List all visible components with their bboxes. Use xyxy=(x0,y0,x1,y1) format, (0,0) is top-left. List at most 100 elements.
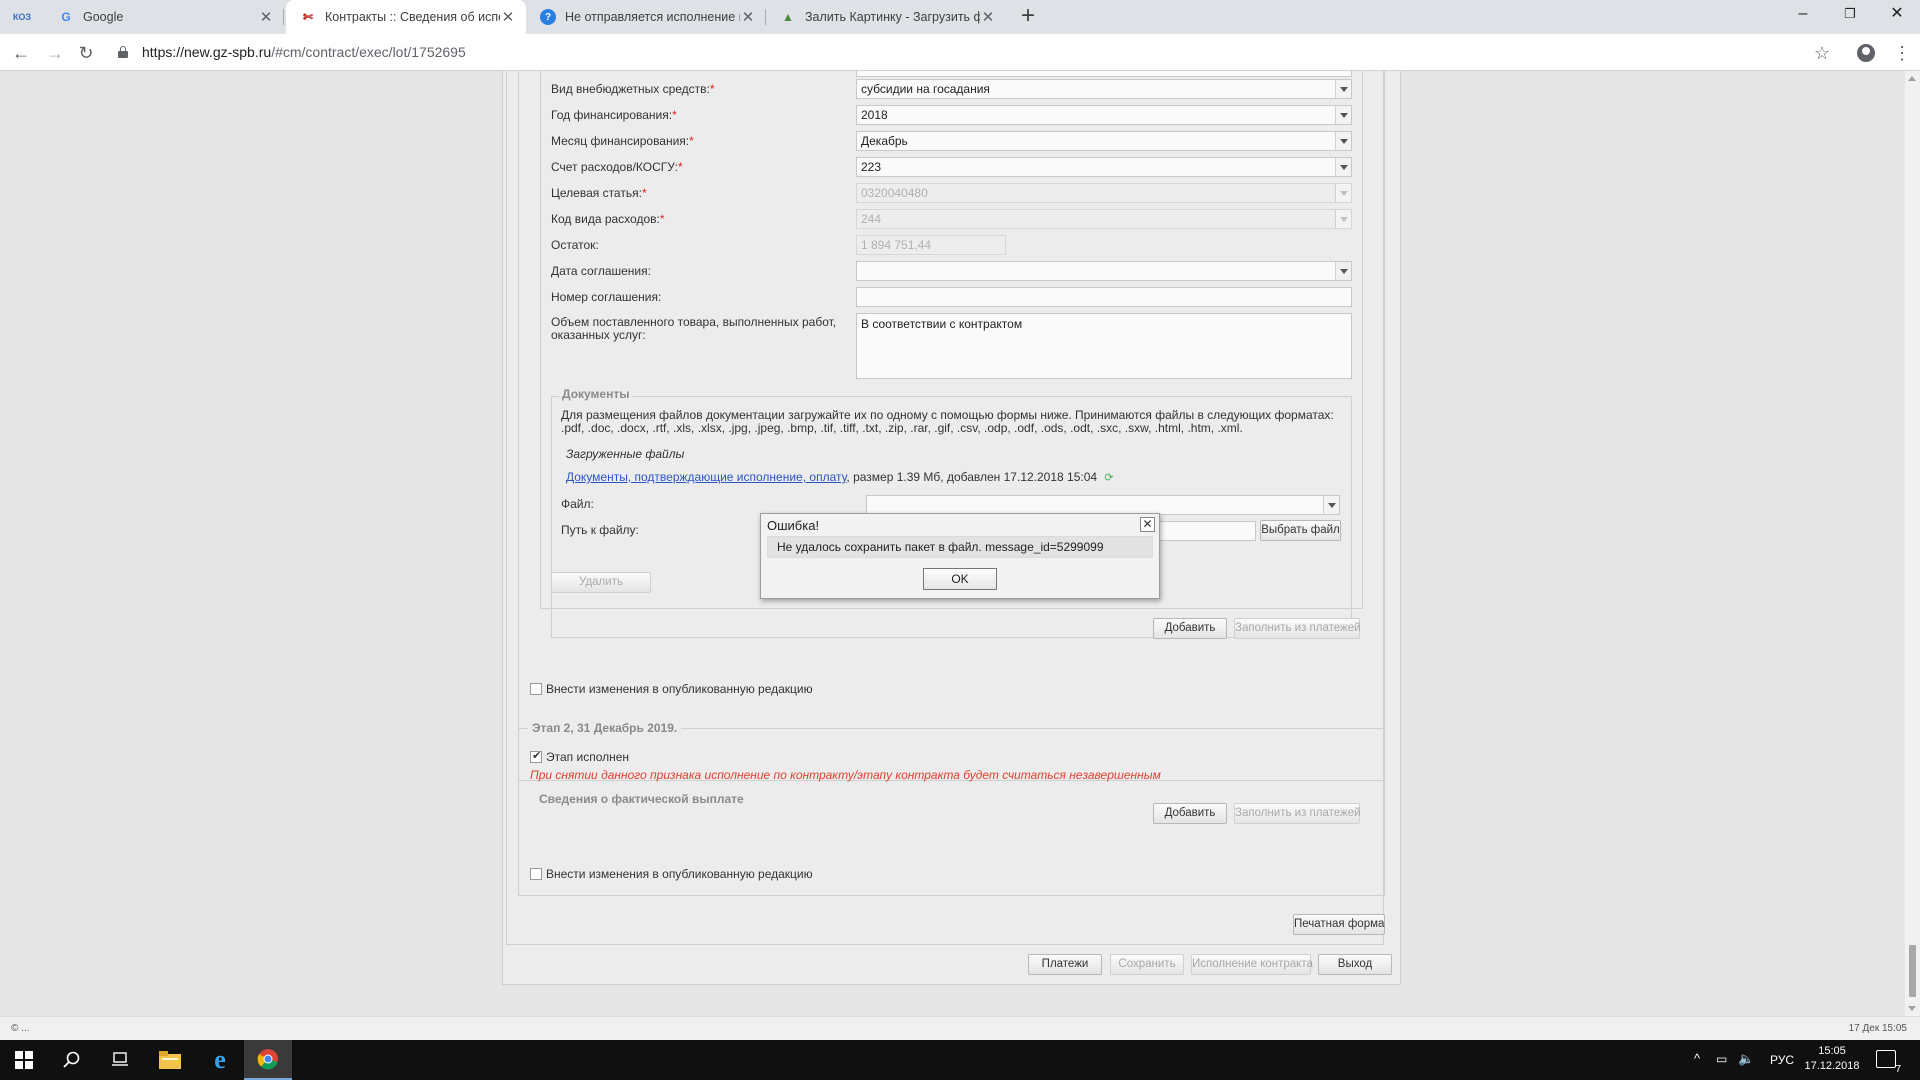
browser-tab-strip: КОЗ G Google ✕ ✄ Контракты :: Сведения о… xyxy=(0,0,1920,34)
tab-contracts[interactable]: ✄ Контракты :: Сведения об испол ✕ xyxy=(286,0,526,34)
publish-changes-checkbox-stage2[interactable] xyxy=(530,868,542,880)
tab-google[interactable]: G Google ✕ xyxy=(44,0,284,34)
kosgu-select[interactable]: 223 xyxy=(856,157,1352,177)
chevron-up-icon[interactable]: ^ xyxy=(1694,1051,1700,1066)
new-tab-button[interactable]: + xyxy=(1014,3,1042,31)
task-view-icon[interactable] xyxy=(96,1040,144,1080)
profile-avatar-icon[interactable] xyxy=(1857,44,1875,62)
field-label: Счет расходов/КОСГУ:* xyxy=(551,160,683,174)
extrabudget-select[interactable]: субсидии на госадания xyxy=(856,79,1352,99)
close-tab-icon[interactable]: ✕ xyxy=(740,8,756,26)
lock-icon[interactable] xyxy=(118,46,128,58)
print-form-button[interactable]: Печатная форма xyxy=(1293,914,1385,935)
calendar-icon[interactable] xyxy=(1335,262,1351,280)
chevron-down-icon[interactable] xyxy=(1335,132,1351,150)
save-button[interactable]: Сохранить xyxy=(1110,954,1184,975)
image-host-icon: ▲ xyxy=(782,10,794,24)
scroll-thumb[interactable] xyxy=(1909,945,1916,997)
add-payment-button[interactable]: Добавить xyxy=(1153,618,1227,639)
status-bar: © ... 17 Дек 15:05 xyxy=(0,1016,1920,1040)
year-select[interactable]: 2018 xyxy=(856,105,1352,125)
chevron-down-icon[interactable] xyxy=(1335,158,1351,176)
pinned-tab[interactable]: КОЗ xyxy=(12,0,32,34)
close-tab-icon[interactable]: ✕ xyxy=(980,8,996,26)
server-time: 17 Дек 15:05 xyxy=(1848,1023,1907,1034)
back-arrow-icon[interactable]: ← xyxy=(7,39,35,67)
forward-arrow-icon[interactable]: → xyxy=(41,39,69,67)
file-explorer-icon[interactable] xyxy=(146,1040,194,1080)
close-icon[interactable]: ✕ xyxy=(1140,517,1155,532)
field-label: Дата соглашения: xyxy=(551,264,651,278)
scroll-up-icon[interactable] xyxy=(1908,76,1916,81)
path-label: Путь к файлу: xyxy=(561,523,639,537)
pinned-site-icon: КОЗ xyxy=(12,12,32,22)
close-tab-icon[interactable]: ✕ xyxy=(258,8,274,26)
chevron-down-icon[interactable] xyxy=(1323,496,1339,514)
field-label: Целевая статья:* xyxy=(551,186,647,200)
balance-field: 1 894 751,44 xyxy=(856,235,1006,255)
month-select[interactable]: Декабрь xyxy=(856,131,1352,151)
expense-code-select: 244 xyxy=(856,209,1352,229)
stage-done-checkbox[interactable] xyxy=(530,749,542,763)
fill-from-payments-button[interactable]: Заполнить из платежей xyxy=(1234,618,1361,639)
agreement-number-field[interactable] xyxy=(856,287,1352,307)
volume-textarea[interactable]: В соответствии с контрактом xyxy=(856,313,1352,379)
minimize-button[interactable]: – xyxy=(1780,0,1826,30)
error-dialog: Ошибка! ✕ Не удалось сохранить пакет в ф… xyxy=(760,513,1160,599)
close-tab-icon[interactable]: ✕ xyxy=(500,8,516,26)
close-window-button[interactable]: ✕ xyxy=(1874,0,1920,30)
windows-taskbar: e ^ ▭ 🔈 РУС 15:05 17.12.2018 7 xyxy=(0,1040,1920,1080)
maximize-button[interactable]: ❐ xyxy=(1827,0,1873,30)
agreement-date-field[interactable] xyxy=(856,261,1352,281)
field-label: Год финансирования:* xyxy=(551,108,677,122)
scroll-down-icon[interactable] xyxy=(1908,1006,1916,1011)
reload-icon[interactable]: ↻ xyxy=(72,39,100,67)
field-label: Номер соглашения: xyxy=(551,290,662,304)
dialog-message: Не удалось сохранить пакет в файл. messa… xyxy=(767,536,1153,558)
refresh-icon[interactable]: ⟳ xyxy=(1104,472,1113,484)
search-icon[interactable] xyxy=(48,1040,96,1080)
browser-menu-icon[interactable]: ⋮ xyxy=(1893,39,1911,67)
publish-changes-label: Внести изменения в опубликованную редакц… xyxy=(546,682,813,696)
publish-changes-checkbox[interactable] xyxy=(530,683,542,695)
volume-icon[interactable]: 🔈 xyxy=(1738,1051,1754,1067)
tab-help[interactable]: ? Не отправляется исполнение в ✕ xyxy=(526,0,766,34)
publish-changes-label-stage2: Внести изменения в опубликованную редакц… xyxy=(546,867,813,881)
bookmark-star-icon[interactable]: ☆ xyxy=(1814,39,1830,67)
stage-done-label: Этап исполнен xyxy=(546,750,630,764)
internet-explorer-icon[interactable]: e xyxy=(196,1040,244,1080)
language-indicator[interactable]: РУС xyxy=(1770,1053,1794,1067)
hidden-field xyxy=(856,71,1352,77)
copyright-text: © ... xyxy=(11,1023,30,1034)
stage-warning: При снятии данного признака исполнение п… xyxy=(530,768,1161,782)
uploaded-file-link[interactable]: Документы, подтверждающие исполнение, оп… xyxy=(566,470,846,484)
chrome-icon[interactable] xyxy=(244,1040,292,1080)
windows-start-icon[interactable] xyxy=(0,1040,48,1080)
tab-image-host[interactable]: ▲ Залить Картинку - Загрузить фо ✕ xyxy=(766,0,1006,34)
delete-button[interactable]: Удалить xyxy=(551,572,651,593)
field-label: Код вида расходов:* xyxy=(551,212,665,226)
contract-execution-button[interactable]: Исполнение контракта xyxy=(1191,954,1313,975)
file-label: Файл: xyxy=(561,497,594,511)
chevron-down-icon xyxy=(1335,210,1351,228)
volume-label: Объем поставленного товара, выполненных … xyxy=(551,315,837,342)
file-select[interactable] xyxy=(866,495,1340,515)
notifications-icon[interactable]: 7 xyxy=(1876,1050,1901,1075)
add-payment-button-stage2[interactable]: Добавить xyxy=(1153,803,1227,824)
payments-button[interactable]: Платежи xyxy=(1028,954,1102,975)
exit-button[interactable]: Выход xyxy=(1318,954,1392,975)
clock[interactable]: 15:05 17.12.2018 xyxy=(1800,1044,1864,1074)
chevron-down-icon[interactable] xyxy=(1335,106,1351,124)
fill-from-payments-button-stage2[interactable]: Заполнить из платежей xyxy=(1234,803,1361,824)
chevron-down-icon xyxy=(1335,184,1351,202)
network-icon[interactable]: ▭ xyxy=(1716,1052,1727,1066)
documents-hint: Для размещения файлов документации загру… xyxy=(561,408,1334,435)
google-icon: G xyxy=(61,10,71,24)
choose-file-button[interactable]: Выбрать файл xyxy=(1260,520,1341,541)
page-scrollbar[interactable] xyxy=(1905,71,1920,1016)
address-bar[interactable]: https://new.gz-spb.ru/#cm/contract/exec/… xyxy=(142,44,466,60)
contracts-icon: ✄ xyxy=(302,10,314,24)
ok-button[interactable]: OK xyxy=(923,568,997,590)
chevron-down-icon[interactable] xyxy=(1335,80,1351,98)
browser-toolbar: ← → ↻ https://new.gz-spb.ru/#cm/contract… xyxy=(0,34,1920,71)
